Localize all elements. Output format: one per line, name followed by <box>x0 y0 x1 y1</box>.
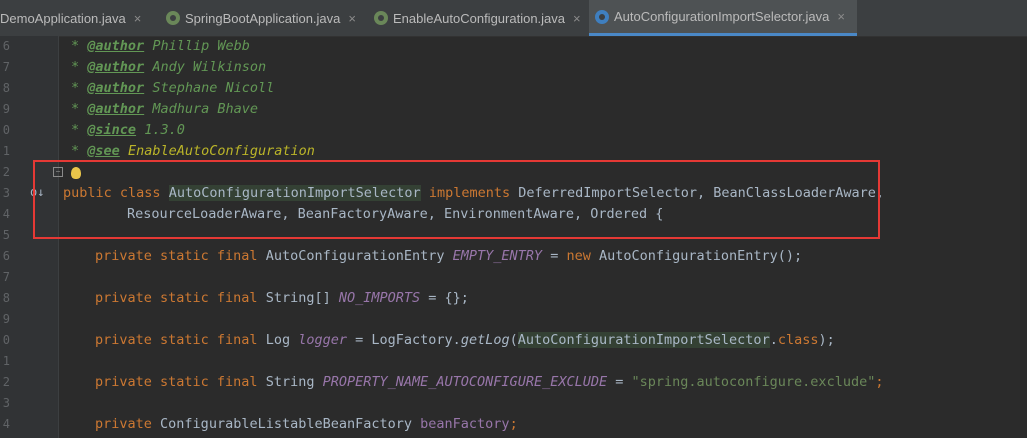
line-number: 7 <box>2 60 10 74</box>
close-icon[interactable]: × <box>573 11 581 26</box>
code-line: * @author Madhura Bhave <box>71 101 258 117</box>
line-number: 9 <box>2 102 10 116</box>
field-line: private static final AutoConfigurationEn… <box>95 248 803 264</box>
code-line: * @see EnableAutoConfiguration <box>71 143 315 159</box>
line-number: 3 <box>2 396 10 410</box>
line-number: 8 <box>2 81 10 95</box>
line-number: 1 <box>2 354 10 368</box>
highlight-annotation-box <box>33 160 880 239</box>
tab-label: DemoApplication.java <box>0 10 126 26</box>
close-icon[interactable]: × <box>348 11 356 26</box>
spring-annotation-icon <box>374 11 388 25</box>
line-number: 0 <box>2 123 10 137</box>
field-line: private static final String PROPERTY_NAM… <box>95 374 884 390</box>
tab-demo-application[interactable]: DemoApplication.java × <box>0 0 159 36</box>
close-icon[interactable]: × <box>134 11 142 26</box>
tab-spring-boot-application[interactable]: SpringBootApplication.java × <box>160 0 360 36</box>
tab-enable-auto-configuration[interactable]: EnableAutoConfiguration.java × <box>368 0 586 36</box>
close-icon[interactable]: × <box>837 9 845 24</box>
line-number: 3 <box>2 186 10 200</box>
line-number: 9 <box>2 312 10 326</box>
line-number: 4 <box>2 417 10 431</box>
code-line: * @author Stephane Nicoll <box>71 80 275 96</box>
line-number: 8 <box>2 291 10 305</box>
field-line: private static final Log logger = LogFac… <box>95 332 835 348</box>
tab-label: SpringBootApplication.java <box>185 10 341 26</box>
code-line: * @since 1.3.0 <box>71 122 185 138</box>
field-line: private static final String[] NO_IMPORTS… <box>95 290 469 306</box>
tab-label: AutoConfigurationImportSelector.java <box>614 9 830 24</box>
line-number: 0 <box>2 333 10 347</box>
class-icon <box>595 9 609 24</box>
tab-label: EnableAutoConfiguration.java <box>393 10 566 26</box>
tab-auto-configuration-import-selector[interactable]: AutoConfigurationImportSelector.java × <box>589 0 857 36</box>
line-number: 2 <box>2 375 10 389</box>
line-number: 7 <box>2 270 10 284</box>
line-number: 6 <box>2 249 10 263</box>
code-line: * @author Andy Wilkinson <box>71 59 267 75</box>
line-number: 6 <box>2 39 10 53</box>
editor-tab-bar: DemoApplication.java × SpringBootApplica… <box>0 0 1027 37</box>
line-number: 1 <box>2 144 10 158</box>
line-number: 2 <box>2 165 10 179</box>
line-number: 5 <box>2 228 10 242</box>
line-number: 4 <box>2 207 10 221</box>
spring-annotation-icon <box>166 11 180 25</box>
field-line: private ConfigurableListableBeanFactory … <box>95 416 518 432</box>
code-line: * @author Phillip Webb <box>71 38 250 54</box>
